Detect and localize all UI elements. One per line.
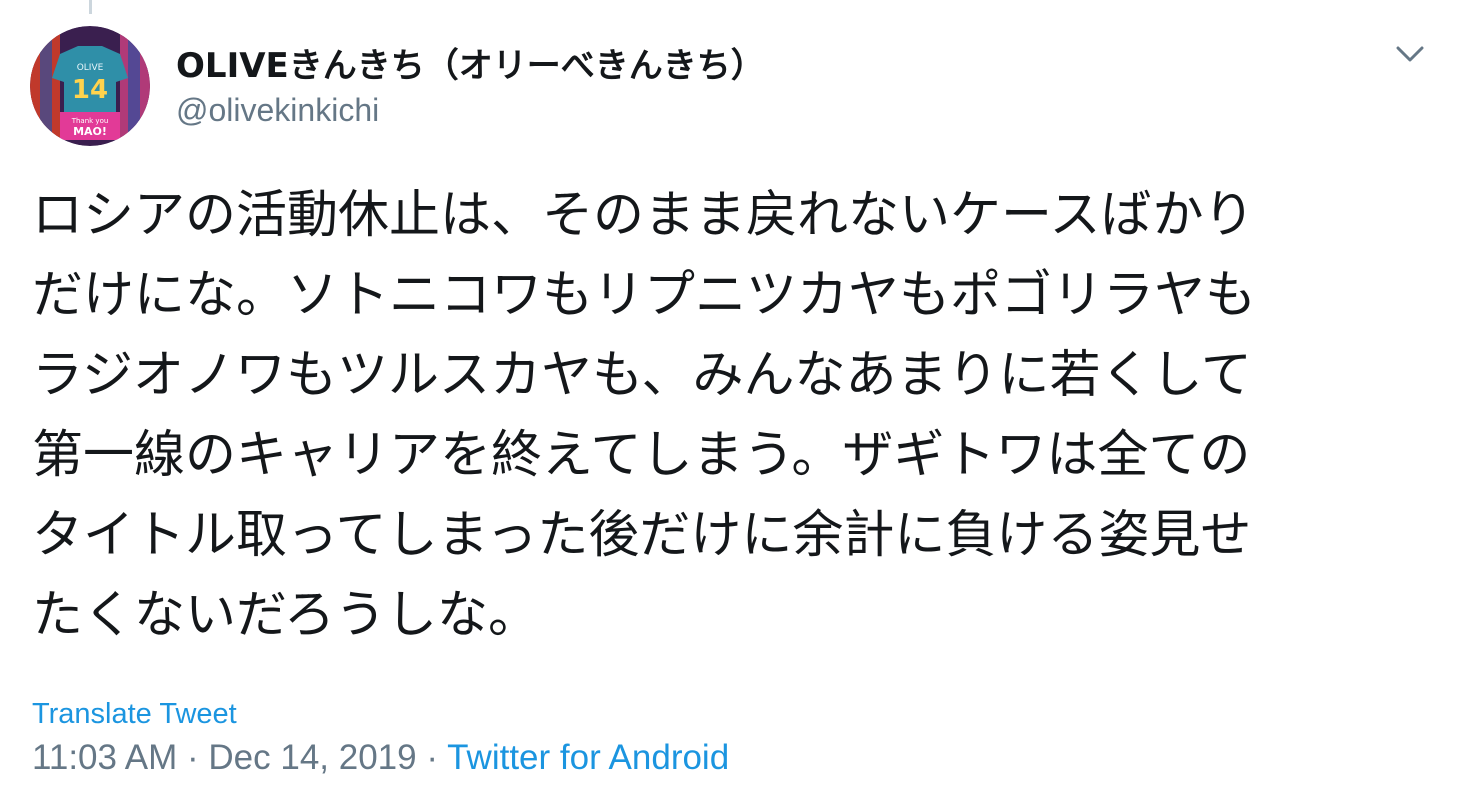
avatar-jersey-name: OLIVE [77,63,104,73]
tweet-text-line: ラジオノワもツルスカヤも、みんなあまりに若くして [32,346,1252,405]
translate-tweet-link[interactable]: Translate Tweet [32,698,237,731]
tweet-text-line: 第一線のキャリアを終えてしまう。ザギトワは全ての [32,426,1251,485]
tweet-time[interactable]: 11:03 AM [32,738,177,777]
avatar-image: OLIVE 14 Thank you MAO! [30,26,150,146]
tweet-date[interactable]: Dec 14, 2019 [208,738,416,777]
tweet-source-link[interactable]: Twitter for Android [447,738,729,777]
tweet-metadata: 11:03 AM · Dec 14, 2019 · Twitter for An… [32,738,729,778]
tweet-text-line: ロシアの活動休止は、そのまま戻れないケースばかり [32,186,1255,245]
avatar-jersey-number: 14 [72,75,108,105]
avatar-caption: Thank you [71,117,109,125]
tweet-text-line: タイトル取ってしまった後だけに余計に負ける姿見せ [32,506,1252,565]
tweet-text-line: たくないだろうしな。 [32,586,539,645]
author-display-name[interactable]: OLIVEきんきち（オリーべきんきち） [176,38,765,87]
author-handle[interactable]: @olivekinkichi [176,92,379,129]
tweet-menu-button[interactable] [1390,36,1430,72]
avatar[interactable]: OLIVE 14 Thank you MAO! [30,26,150,146]
thread-connector-line [89,0,92,14]
meta-separator: · [426,738,439,777]
tweet-text-line: だけにな。ソトニコワもリプニツカヤもポゴリラヤも [32,266,1257,325]
meta-separator: · [187,738,199,777]
chevron-down-icon [1396,46,1424,62]
avatar-badge: MAO! [73,125,107,138]
tweet-text: ロシアの活動休止は、そのまま戻れないケースばかり だけにな。ソトニコワもリプニツカ… [32,176,1412,656]
